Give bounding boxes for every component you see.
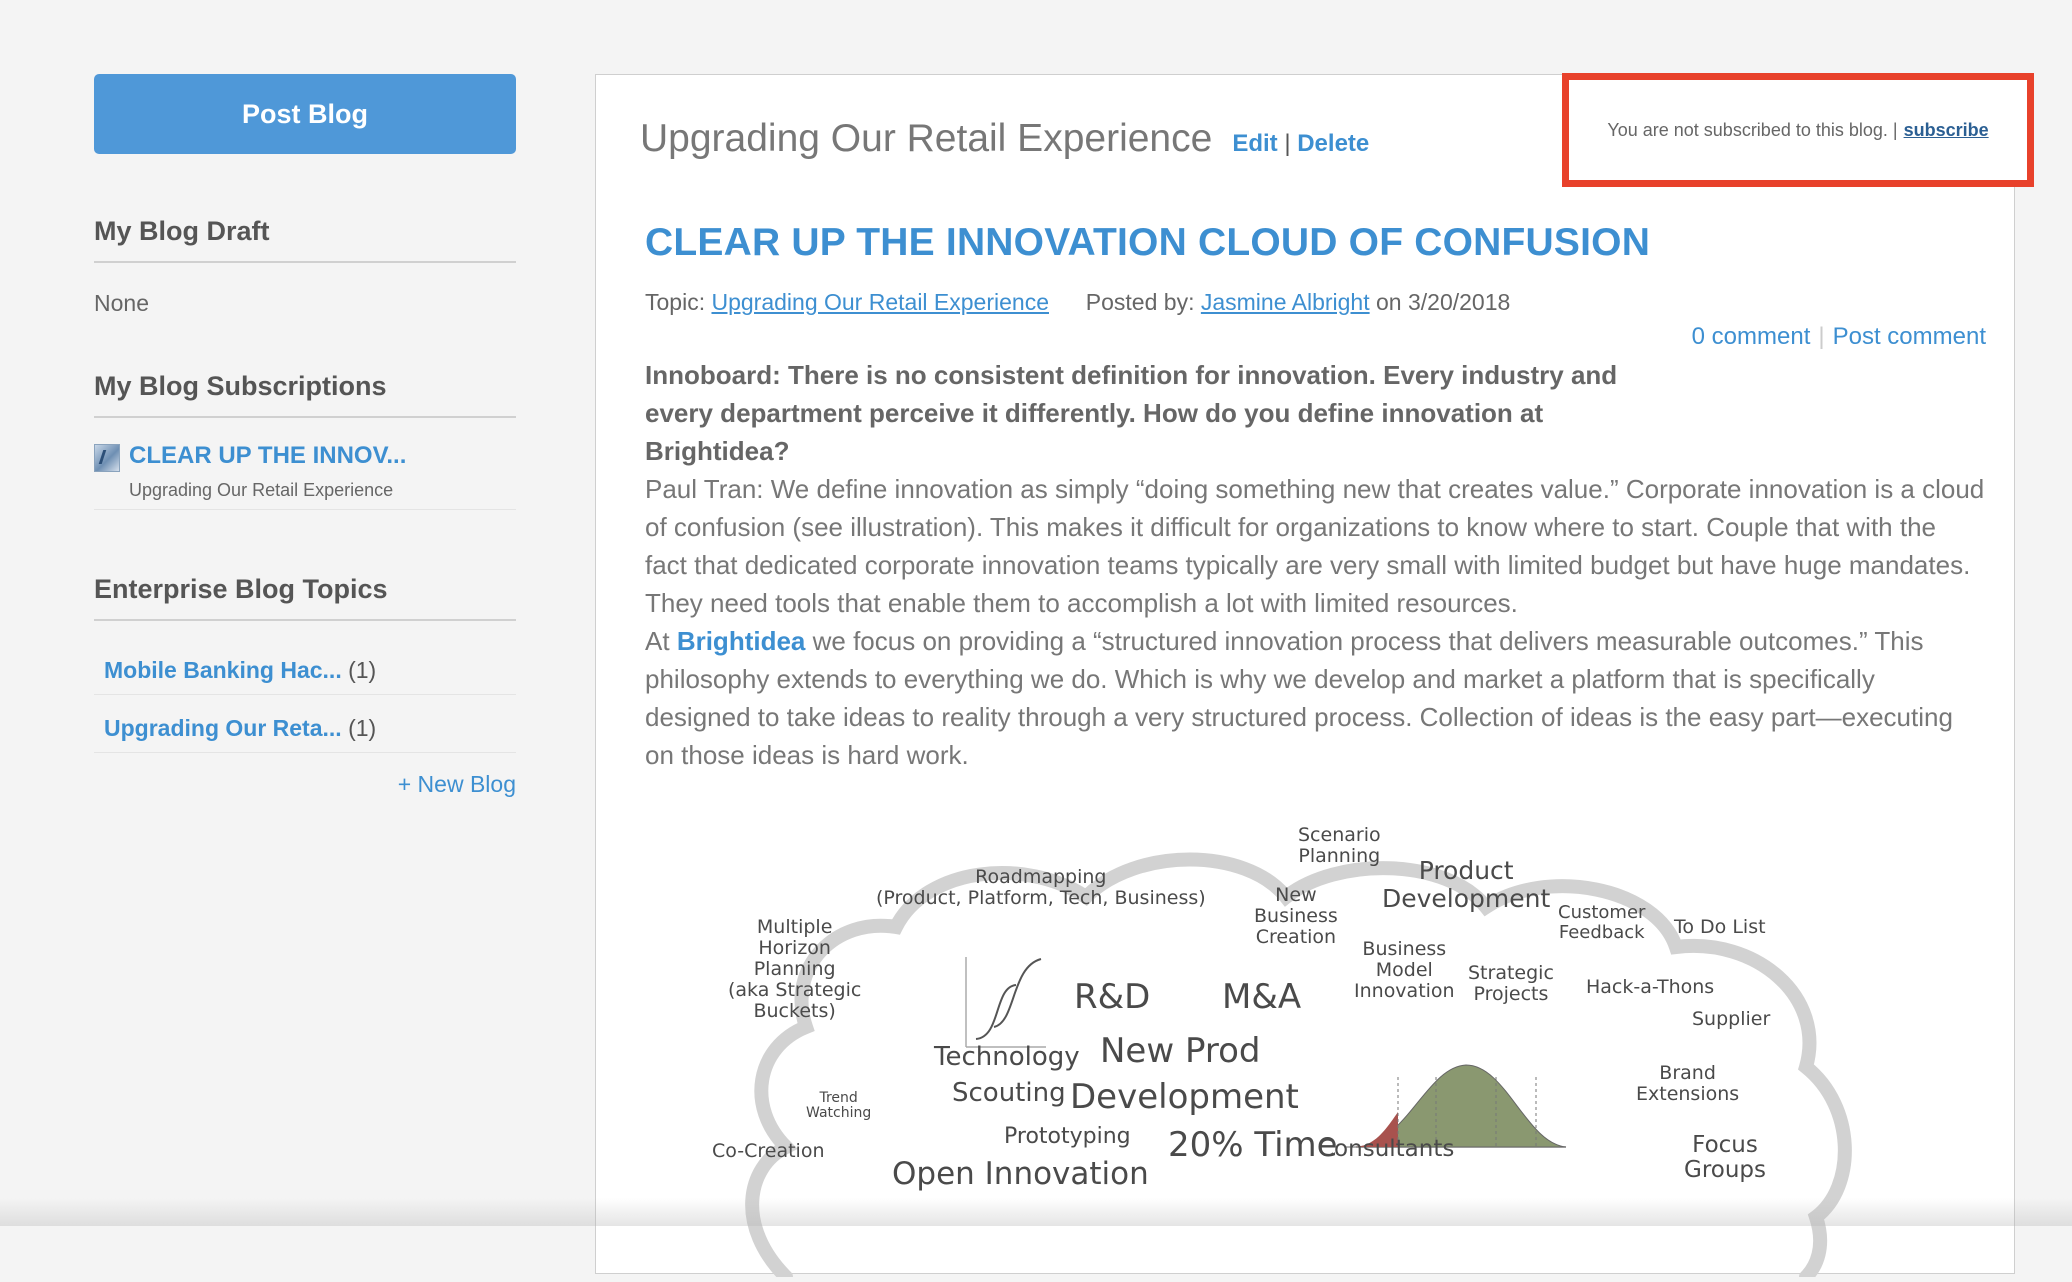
s-curve-chart [966, 957, 1046, 1047]
word-strategic-projects: StrategicProjects [1468, 963, 1554, 1005]
word-brand-extensions: BrandExtensions [1636, 1063, 1739, 1105]
word-co-creation: Co-Creation [712, 1141, 825, 1162]
new-blog-link-wrap: + New Blog [94, 771, 516, 798]
blog-panel: Upgrading Our Retail Experience Edit | D… [595, 74, 2015, 1274]
enterprise-blog-topics-heading: Enterprise Blog Topics [94, 574, 516, 621]
topic-link-upgrading-retail[interactable]: Upgrading Our Reta... [104, 715, 342, 741]
draft-none-text: None [94, 290, 516, 317]
subscription-notice: You are not subscribed to this blog. | s… [1562, 73, 2034, 187]
brightidea-link[interactable]: Brightidea [677, 626, 806, 656]
topic-item: Upgrading Our Reta... (1) [94, 695, 516, 753]
word-roadmapping: Roadmapping(Product, Platform, Tech, Bus… [876, 867, 1206, 909]
word-r-and-d: R&D [1074, 979, 1150, 1016]
subscription-item[interactable]: CLEAR UP THE INNOV... Upgrading Our Reta… [94, 418, 516, 510]
innovation-cloud-illustration: ScenarioPlanning ProductDevelopment Road… [726, 807, 1866, 1277]
word-new-business-creation: NewBusinessCreation [1254, 885, 1338, 948]
post-topic-link[interactable]: Upgrading Our Retail Experience [711, 289, 1049, 315]
my-blog-subscriptions-heading: My Blog Subscriptions [94, 371, 516, 418]
post-title[interactable]: CLEAR UP THE INNOVATION CLOUD OF CONFUSI… [645, 221, 1650, 265]
topic-link-mobile-banking[interactable]: Mobile Banking Hac... [104, 657, 342, 683]
word-focus-groups: FocusGroups [1684, 1133, 1766, 1184]
topic-count: (1) [348, 657, 376, 683]
subscribe-link[interactable]: subscribe [1904, 120, 1989, 141]
comment-separator: | [1818, 323, 1824, 350]
comment-links: 0 comment | Post comment [1692, 323, 1986, 351]
word-scenario-planning: ScenarioPlanning [1298, 825, 1381, 867]
word-multiple-horizon: MultipleHorizonPlanning(aka StrategicBuc… [728, 917, 861, 1021]
word-new-prod: New Prod [1100, 1033, 1261, 1070]
topic-item: Mobile Banking Hac... (1) [94, 621, 516, 695]
word-scouting: Scouting [952, 1079, 1066, 1108]
word-customer-feedback: CustomerFeedback [1558, 903, 1645, 943]
edit-link[interactable]: Edit [1232, 130, 1277, 157]
delete-link[interactable]: Delete [1297, 130, 1369, 157]
subscription-topic: Upgrading Our Retail Experience [129, 480, 406, 501]
blog-actions: Edit | Delete [1232, 130, 1369, 158]
new-blog-link[interactable]: + New Blog [398, 771, 516, 797]
post-date: on 3/20/2018 [1376, 289, 1510, 315]
paragraph-1: Paul Tran: We define innovation as simpl… [645, 470, 1985, 622]
interview-question: Innoboard: There is no consistent defini… [645, 356, 1685, 470]
blog-title: Upgrading Our Retail Experience [640, 117, 1212, 161]
word-development: Development [1070, 1079, 1299, 1116]
word-20-percent-time: 20% Time [1168, 1127, 1338, 1164]
subscription-status-text: You are not subscribed to this blog. | [1607, 120, 1897, 141]
post-comment-link[interactable]: Post comment [1833, 323, 1986, 350]
word-open-innovation: Open Innovation [892, 1157, 1149, 1191]
author-link[interactable]: Jasmine Albright [1201, 289, 1370, 315]
word-m-and-a: M&A [1222, 979, 1301, 1016]
post-blog-button[interactable]: Post Blog [94, 74, 516, 154]
my-blog-draft-heading: My Blog Draft [94, 216, 516, 263]
topic-count: (1) [348, 715, 376, 741]
sidebar: Post Blog My Blog Draft None My Blog Sub… [94, 74, 516, 798]
word-hack-a-thons: Hack-a-Thons [1586, 977, 1714, 998]
word-business-model-innovation: BusinessModelInnovation [1354, 939, 1455, 1002]
blog-post-icon [94, 444, 120, 472]
action-separator: | [1284, 130, 1290, 157]
blog-header: Upgrading Our Retail Experience Edit | D… [640, 117, 1369, 161]
word-supplier: Supplier [1692, 1009, 1770, 1030]
post-body: Innoboard: There is no consistent defini… [645, 356, 1985, 774]
paragraph-2: At Brightidea we focus on providing a “s… [645, 622, 1985, 774]
word-to-do-list: To Do List [1674, 917, 1766, 938]
word-product-development: ProductDevelopment [1382, 857, 1550, 912]
word-technology: Technology [934, 1043, 1080, 1072]
subscription-title-link[interactable]: CLEAR UP THE INNOV... [129, 442, 406, 470]
post-meta: Topic: Upgrading Our Retail Experience P… [645, 289, 1510, 316]
comment-count-link[interactable]: 0 comment [1692, 323, 1811, 350]
topic-prefix: Topic: [645, 289, 705, 315]
posted-by-prefix: Posted by: [1086, 289, 1195, 315]
word-trend-watching: TrendWatching [806, 1091, 871, 1122]
word-consultants: Consultants [1318, 1137, 1454, 1162]
word-prototyping: Prototyping [1004, 1125, 1131, 1149]
